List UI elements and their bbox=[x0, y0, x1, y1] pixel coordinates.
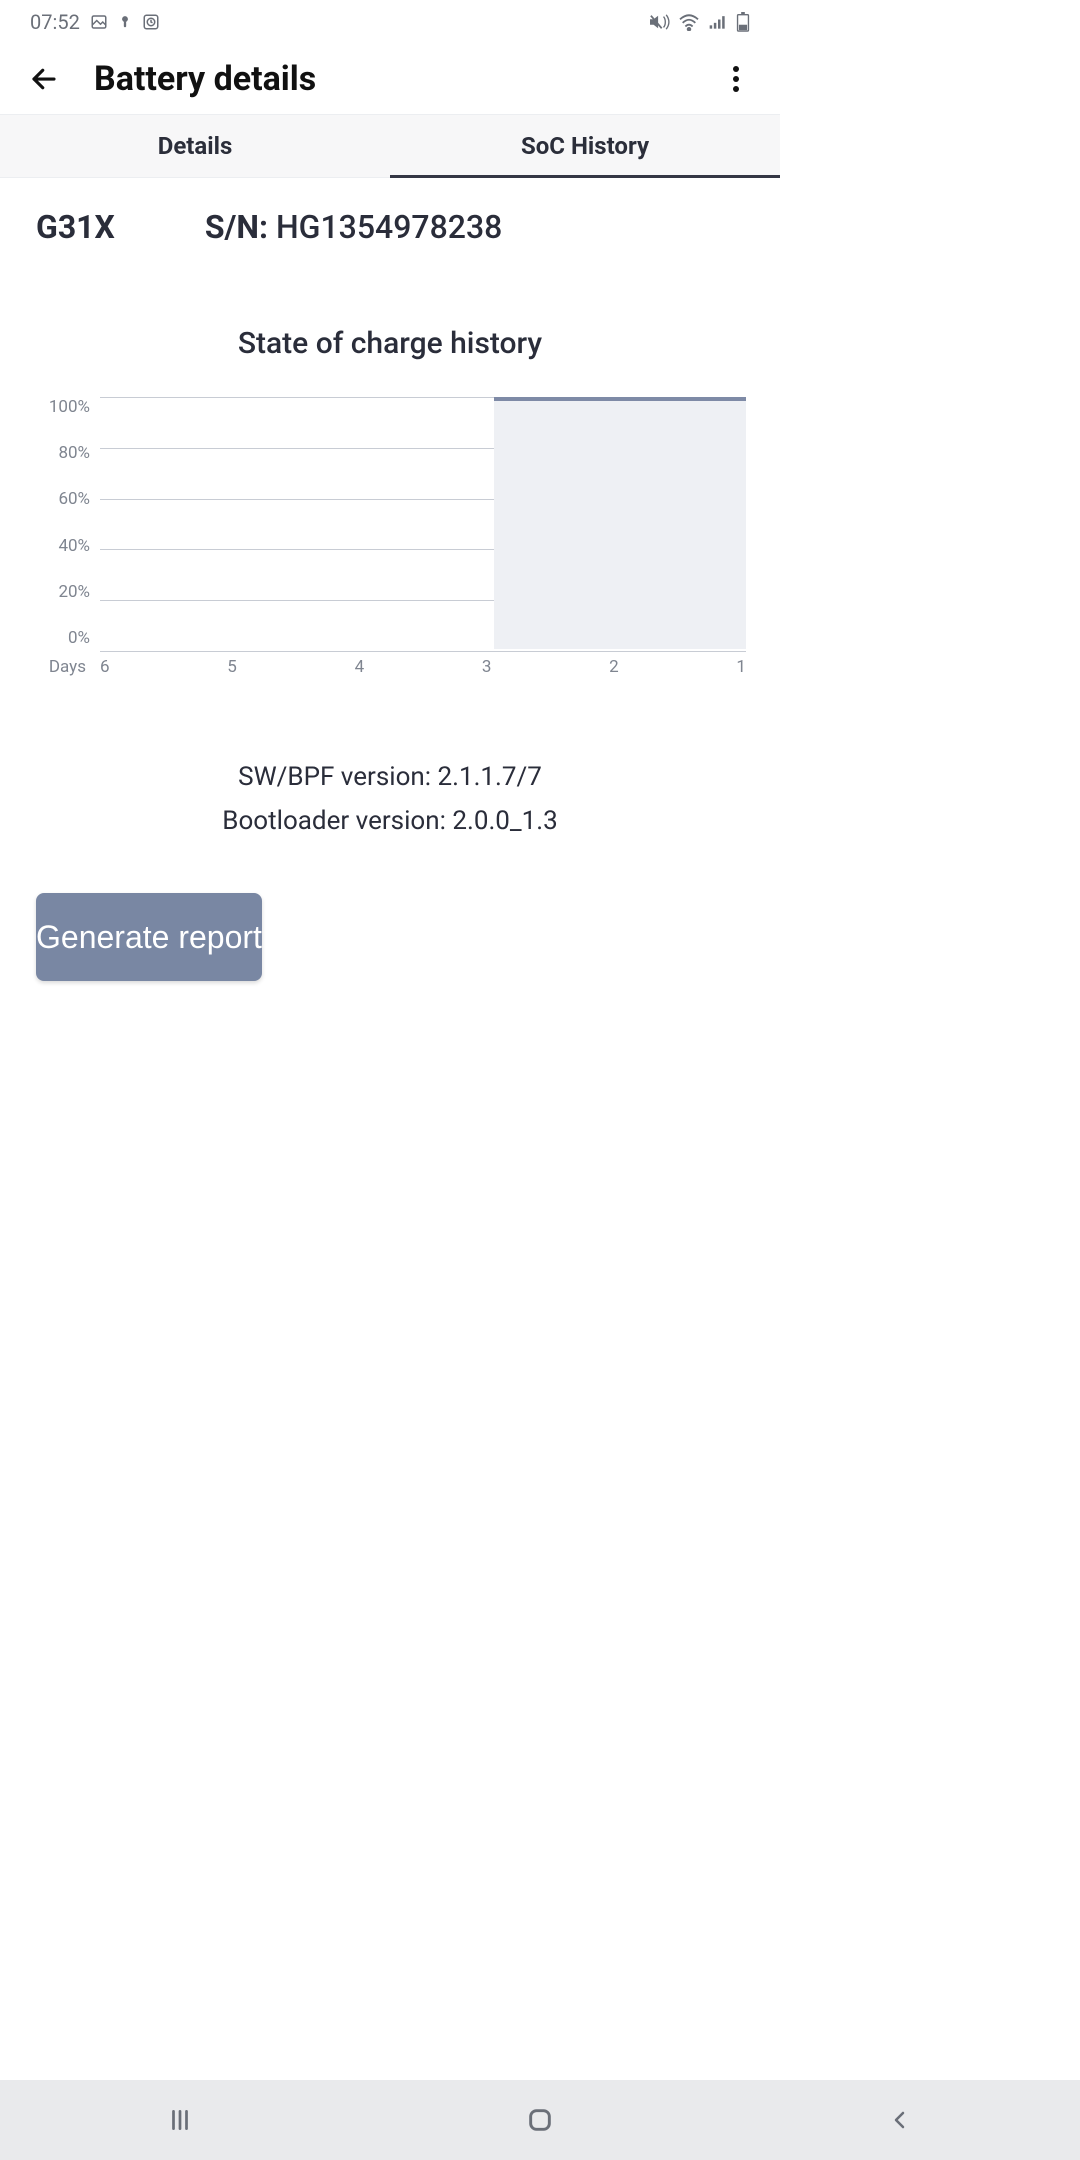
tab-bar: Details SoC History bbox=[0, 114, 780, 178]
x-axis-row: Days 6 5 4 3 2 1 bbox=[34, 657, 746, 677]
x-axis-ticks: 6 5 4 3 2 1 bbox=[90, 657, 746, 677]
sw-version-line: SW/BPF version: 2.1.1.7/7 bbox=[0, 755, 780, 799]
bootloader-version-label: Bootloader version: bbox=[222, 806, 446, 836]
tab-details-label: Details bbox=[158, 132, 233, 160]
battery-icon bbox=[736, 12, 750, 32]
serial-value: HG1354978238 bbox=[276, 208, 502, 246]
chart-plot-area[interactable] bbox=[90, 397, 746, 651]
x-tick: 6 bbox=[100, 657, 110, 677]
more-options-button[interactable] bbox=[716, 59, 756, 99]
x-axis-label: Days bbox=[34, 657, 90, 677]
status-left: 07:52 bbox=[30, 10, 160, 34]
chart-area-fill bbox=[494, 397, 746, 649]
lock-icon bbox=[118, 13, 132, 31]
x-tick: 2 bbox=[609, 657, 619, 677]
recents-icon bbox=[167, 2107, 193, 2133]
chart-gridline bbox=[100, 651, 746, 652]
device-model: G31X bbox=[36, 208, 115, 246]
y-tick: 40% bbox=[34, 538, 90, 555]
bootloader-version-line: Bootloader version: 2.0.0_1.3 bbox=[0, 799, 780, 843]
arrow-left-icon bbox=[29, 64, 59, 94]
y-axis-labels: 100% 80% 60% 40% 20% 0% bbox=[34, 397, 90, 647]
version-info: SW/BPF version: 2.1.1.7/7 Bootloader ver… bbox=[0, 755, 780, 843]
mute-vibrate-icon bbox=[648, 13, 670, 31]
device-serial: S/N: HG1354978238 bbox=[205, 208, 503, 246]
android-nav-bar bbox=[0, 2080, 1080, 2160]
wifi-icon bbox=[678, 13, 700, 31]
status-time: 07:52 bbox=[30, 10, 80, 34]
status-right bbox=[648, 12, 750, 32]
y-tick: 0% bbox=[34, 630, 90, 647]
y-tick: 100% bbox=[34, 399, 90, 416]
nav-recents-button[interactable] bbox=[120, 2095, 240, 2145]
clock-icon bbox=[142, 13, 160, 31]
nav-back-button[interactable] bbox=[840, 2095, 960, 2145]
bootloader-version-value: 2.0.0_1.3 bbox=[452, 806, 557, 836]
x-tick: 5 bbox=[227, 657, 237, 677]
y-tick: 20% bbox=[34, 584, 90, 601]
chart-title: State of charge history bbox=[34, 326, 746, 361]
x-tick: 3 bbox=[482, 657, 492, 677]
tab-soc-history[interactable]: SoC History bbox=[390, 115, 780, 177]
y-tick: 80% bbox=[34, 445, 90, 462]
signal-icon bbox=[708, 13, 728, 31]
device-info: G31X S/N: HG1354978238 bbox=[0, 178, 780, 246]
app-bar: Battery details bbox=[0, 44, 780, 114]
status-bar: 07:52 bbox=[0, 0, 780, 44]
chart-section: State of charge history 100% 80% 60% 40%… bbox=[0, 246, 780, 687]
generate-report-label: Generate report bbox=[36, 919, 262, 956]
page-title: Battery details bbox=[94, 59, 686, 99]
gallery-icon bbox=[90, 13, 108, 31]
nav-home-button[interactable] bbox=[480, 2095, 600, 2145]
tab-details[interactable]: Details bbox=[0, 115, 390, 177]
sw-version-label: SW/BPF version: bbox=[238, 762, 431, 792]
generate-report-button[interactable]: Generate report bbox=[36, 893, 262, 981]
home-icon bbox=[526, 2106, 554, 2134]
sw-version-value: 2.1.1.7/7 bbox=[438, 762, 542, 792]
x-tick: 4 bbox=[355, 657, 365, 677]
back-button[interactable] bbox=[24, 59, 64, 99]
tab-soc-label: SoC History bbox=[521, 132, 649, 160]
chart-wrapper: 100% 80% 60% 40% 20% 0% Days 6 5 4 3 2 1 bbox=[34, 397, 746, 677]
more-vertical-icon bbox=[732, 65, 740, 93]
x-tick: 1 bbox=[736, 657, 746, 677]
y-tick: 60% bbox=[34, 491, 90, 508]
serial-label: S/N: bbox=[205, 208, 268, 246]
chevron-left-icon bbox=[888, 2108, 912, 2132]
